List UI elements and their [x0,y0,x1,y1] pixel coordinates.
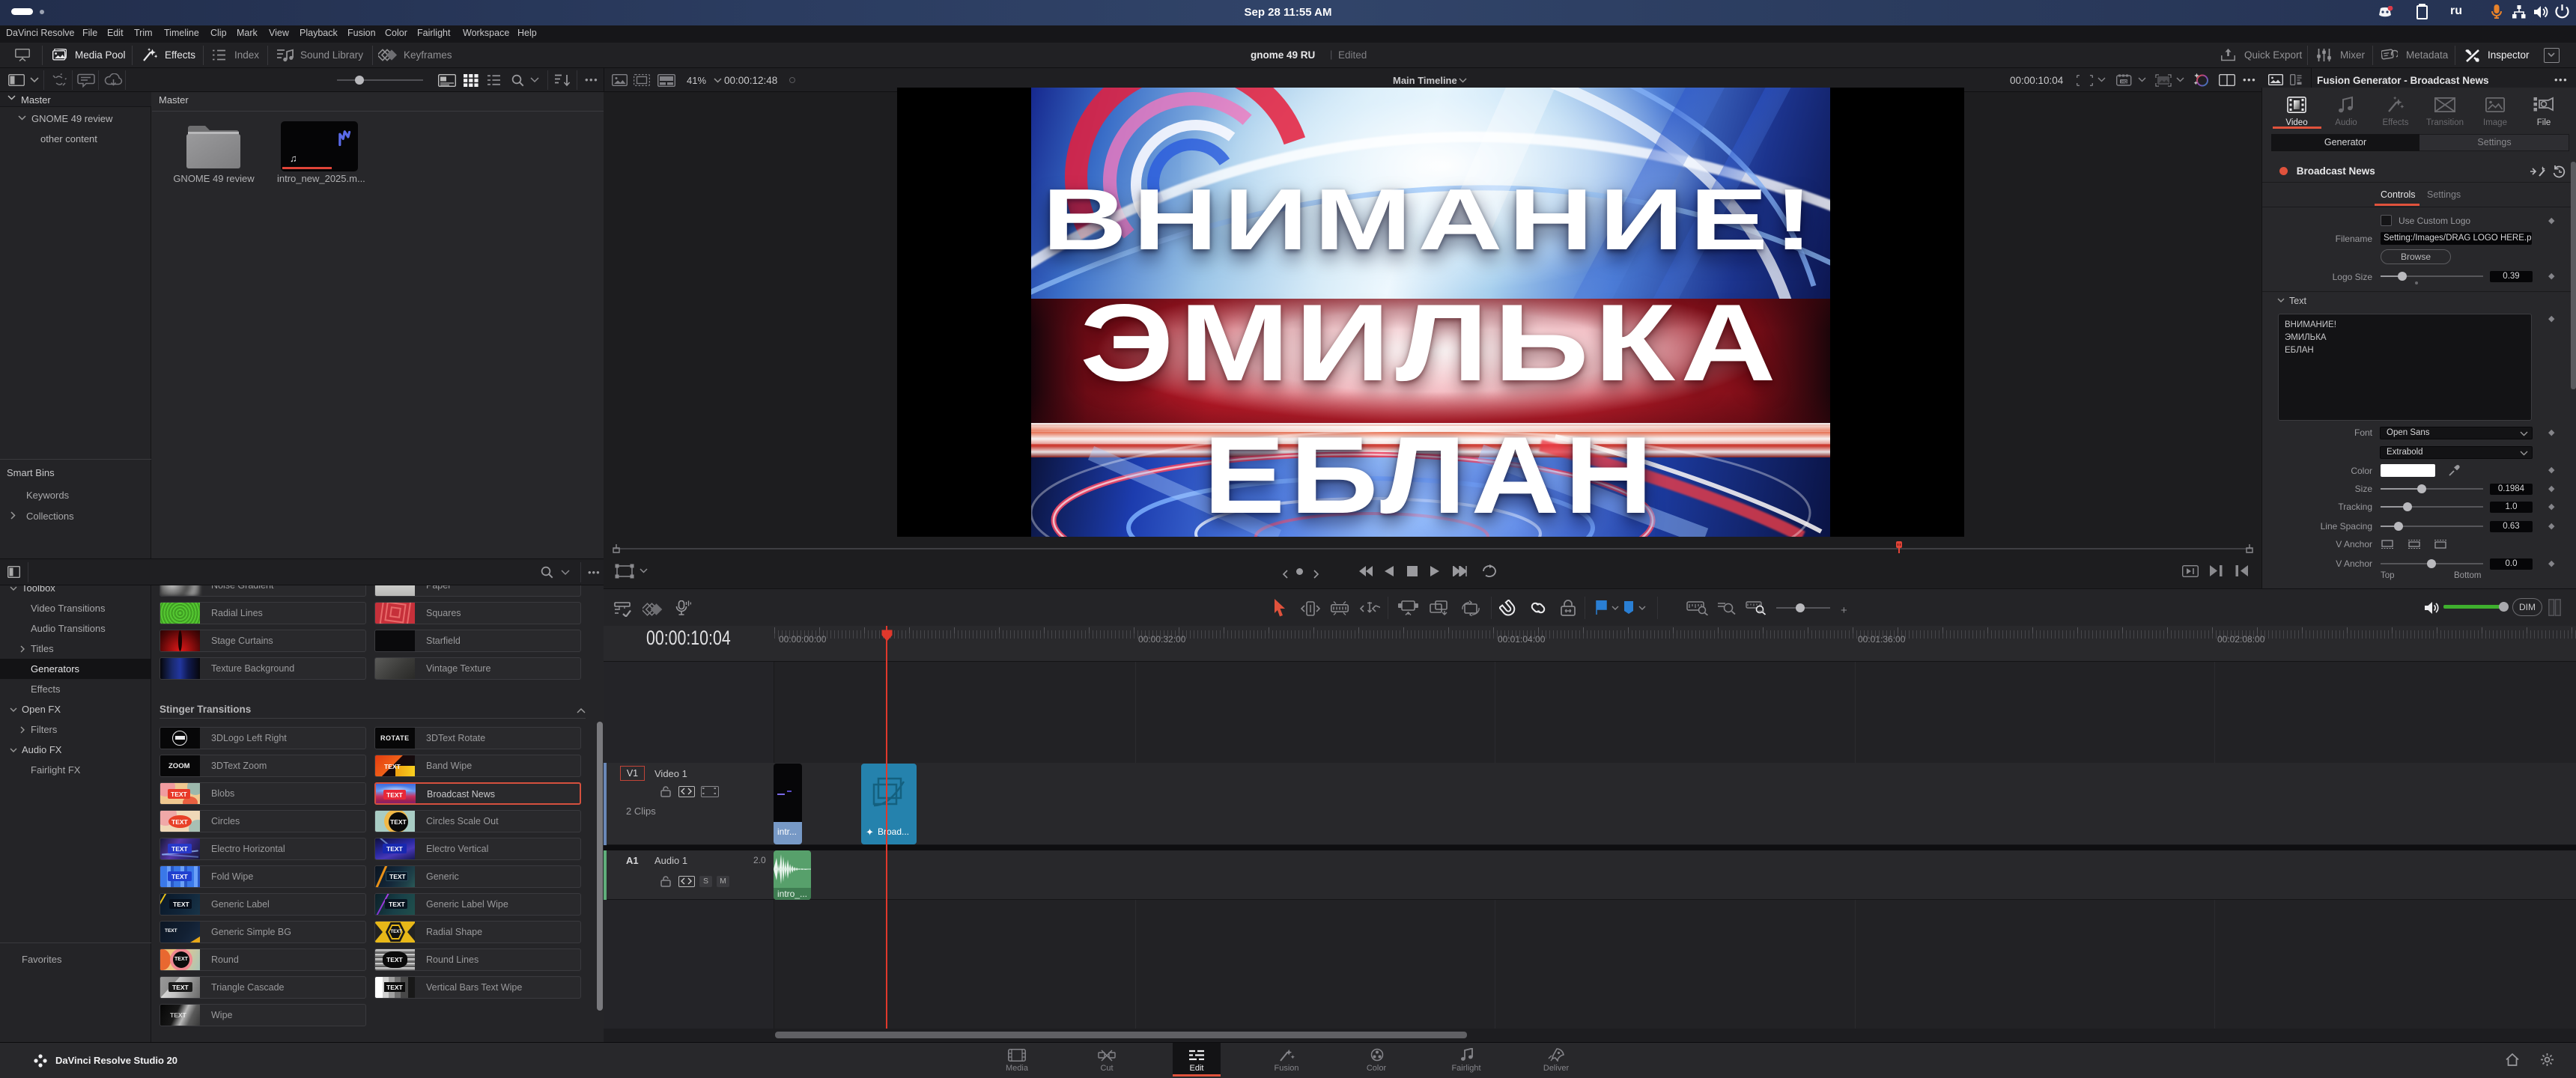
svg-text:HQ: HQ [2121,80,2127,85]
